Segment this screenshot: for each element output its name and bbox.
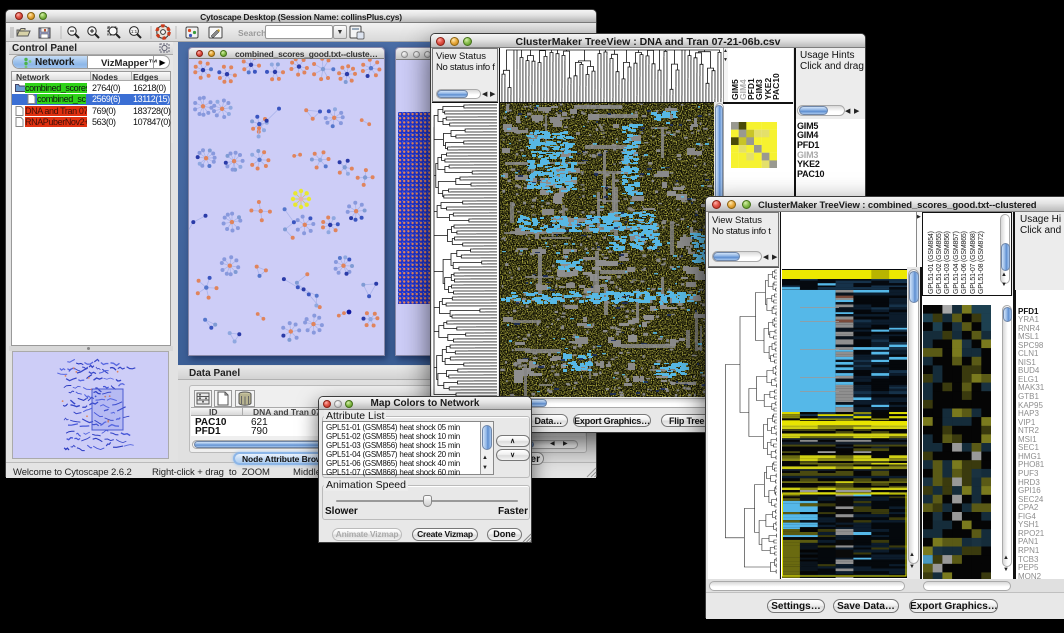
svg-text:1:1: 1:1 xyxy=(131,29,138,34)
